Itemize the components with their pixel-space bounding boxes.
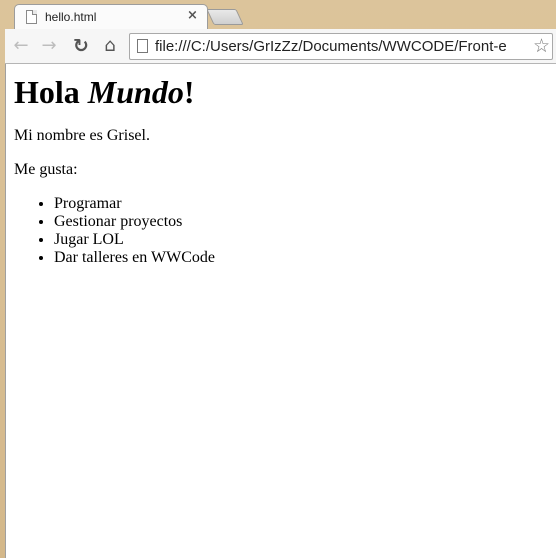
tab-hello-html[interactable]: hello.html × — [14, 4, 208, 29]
close-icon[interactable]: × — [187, 8, 198, 23]
list-item: Jugar LOL — [54, 231, 544, 249]
heading-start: Hola — [14, 74, 88, 110]
browser-window: hello.html × ← → ↻ ⌂ file:///C:/Users/Gr… — [0, 0, 556, 558]
tab-title: hello.html — [45, 10, 97, 24]
list-item: Programar — [54, 195, 544, 213]
intro-text: Mi nombre es Grisel. — [14, 127, 150, 144]
address-bar[interactable]: file:///C:/Users/GrIzZz/Documents/WWCODE… — [129, 33, 553, 60]
page-heading: Hola Mundo! — [14, 74, 544, 111]
document-icon — [26, 10, 37, 24]
tab-strip: hello.html × — [0, 0, 556, 29]
page-content: Hola Mundo! Mi nombre es Grisel. Me gust… — [14, 64, 544, 267]
bookmark-star-icon[interactable]: ☆ — [532, 35, 550, 57]
reload-icon[interactable]: ↻ — [70, 35, 92, 57]
heading-emphasis: Mundo — [87, 74, 184, 110]
new-tab-button[interactable] — [206, 9, 244, 25]
back-arrow-icon[interactable]: ← — [10, 35, 32, 57]
forward-arrow-icon[interactable]: → — [38, 35, 60, 57]
likes-list: Programar Gestionar proyectos Jugar LOL … — [14, 195, 544, 267]
list-item: Dar talleres en WWCode — [54, 249, 544, 267]
address-input[interactable]: file:///C:/Users/GrIzZz/Documents/WWCODE… — [155, 38, 507, 55]
page-viewport: Hola Mundo! Mi nombre es Grisel. Me gust… — [5, 64, 556, 558]
list-item: Gestionar proyectos — [54, 213, 544, 231]
page-icon — [137, 39, 148, 53]
heading-end: ! — [183, 74, 195, 110]
toolbar: ← → ↻ ⌂ file:///C:/Users/GrIzZz/Document… — [5, 29, 556, 64]
home-icon[interactable]: ⌂ — [99, 35, 121, 57]
likes-label: Me gusta: — [14, 161, 78, 178]
